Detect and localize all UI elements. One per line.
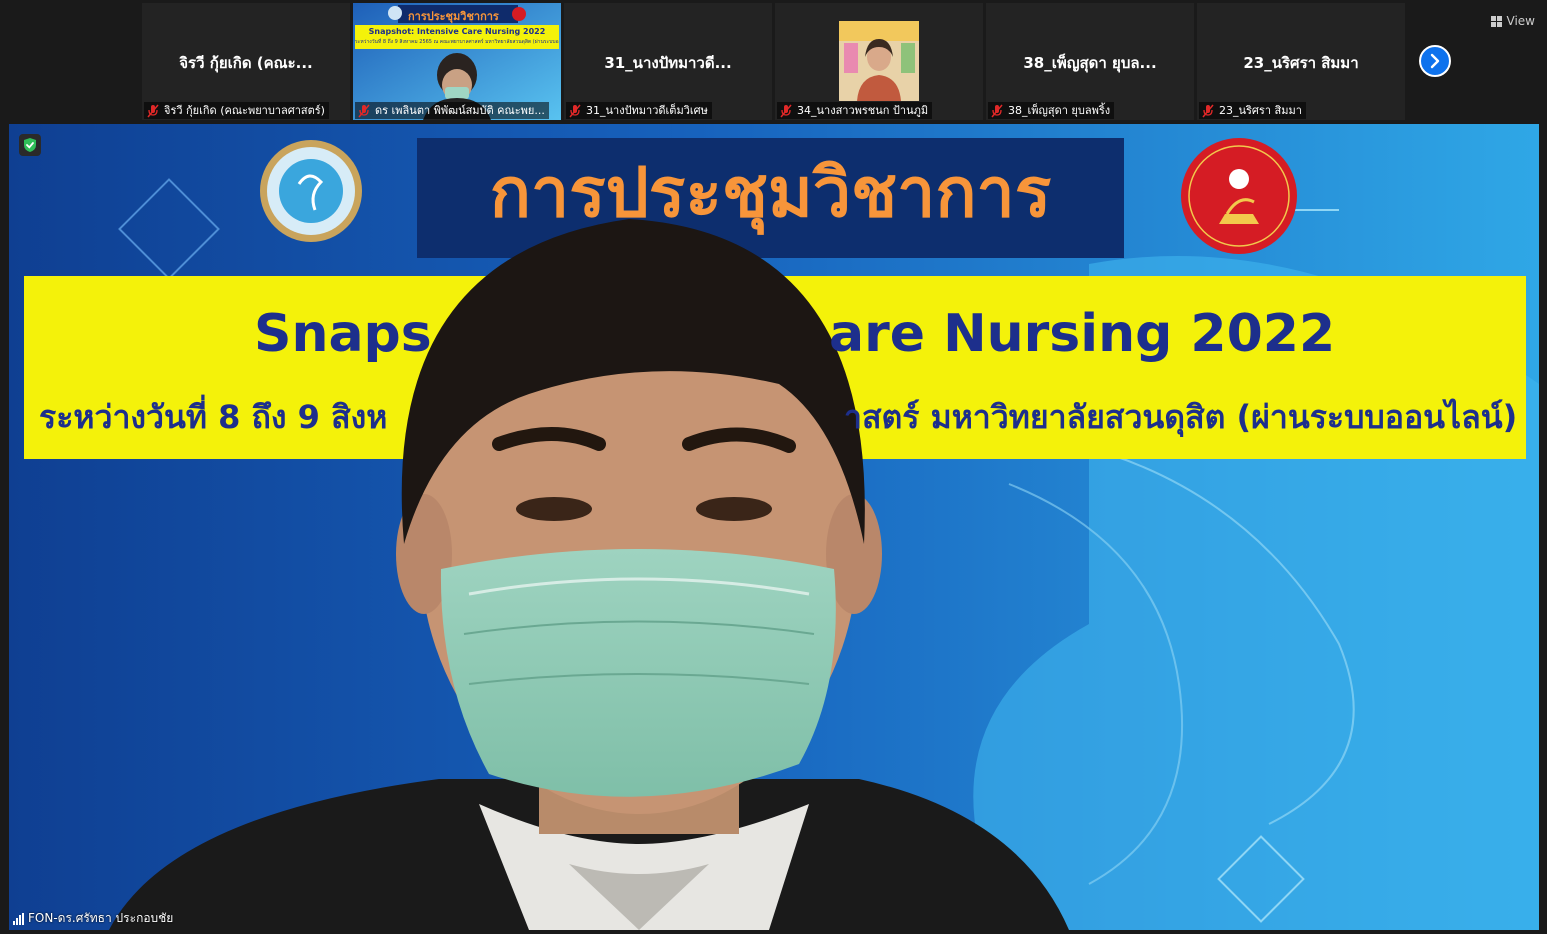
signal-strength-icon bbox=[13, 912, 24, 925]
encryption-badge[interactable] bbox=[19, 134, 41, 156]
thumb-title: การประชุมวิชาการ bbox=[408, 10, 499, 23]
participant-strip: จิรวี กุ้ยเกิด (คณะ... จิรวี กุ้ยเกิด (ค… bbox=[0, 0, 1547, 122]
participant-caption: 34_นางสาวพรชนก ป้านภูมิ bbox=[777, 102, 933, 119]
mic-muted-icon bbox=[991, 104, 1003, 117]
participant-caption-text: 23_นริศรา สิมมา bbox=[1219, 104, 1302, 117]
participant-tile[interactable]: จิรวี กุ้ยเกิด (คณะ... จิรวี กุ้ยเกิด (ค… bbox=[142, 3, 350, 120]
speaker-video-frame bbox=[9, 124, 1539, 930]
participant-tile[interactable]: การประชุมวิชาการ Snapshot: Intensive Car… bbox=[353, 3, 561, 120]
thumb-line1: Snapshot: Intensive Care Nursing 2022 bbox=[368, 27, 546, 36]
participant-caption-text: 34_นางสาวพรชนก ป้านภูมิ bbox=[797, 104, 929, 117]
participant-avatar bbox=[839, 21, 919, 101]
participant-caption-text: จิรวี กุ้ยเกิด (คณะพยาบาลศาสตร์) bbox=[164, 104, 325, 117]
participant-name: 38_เพ็ญสุดา ยุบล... bbox=[1023, 54, 1157, 72]
banner-title: การประชุมวิชาการ bbox=[489, 154, 1052, 233]
mic-muted-icon bbox=[1202, 104, 1214, 117]
next-page-button[interactable] bbox=[1419, 45, 1451, 77]
participant-tile[interactable]: 31_นางปัทมาวดี... 31_นางปัทมาวดีเต็มวิเศ… bbox=[564, 3, 772, 120]
participant-tile[interactable]: 38_เพ็ญสุดา ยุบล... 38_เพ็ญสุดา ยุบลพริ้… bbox=[986, 3, 1194, 120]
participant-name: จิรวี กุ้ยเกิด (คณะ... bbox=[179, 54, 313, 72]
speaker-name: FON-ดร.ศรัทธา ประกอบชัย bbox=[28, 911, 174, 925]
banner-line1-right: are Nursing 2022 bbox=[829, 304, 1336, 364]
grid-icon bbox=[1490, 15, 1502, 27]
banner-line2-right: าสตร์ มหาวิทยาลัยสวนดุสิต (ผ่านระบบออนไล… bbox=[844, 398, 1518, 436]
participant-caption: 38_เพ็ญสุดา ยุบลพริ้ง bbox=[988, 102, 1115, 119]
participant-caption: ดร เพลินตา พิพัฒน์สมบัติ คณะพย... bbox=[355, 102, 549, 119]
thumb-line2: ระหว่างวันที่ 8 ถึง 9 สิงหาคม 2565 ณ คณะ… bbox=[355, 39, 559, 45]
participant-caption: 23_นริศรา สิมมา bbox=[1199, 102, 1306, 119]
mic-muted-icon bbox=[569, 104, 581, 117]
participant-caption-text: ดร เพลินตา พิพัฒน์สมบัติ คณะพย... bbox=[375, 104, 545, 117]
participant-caption: 31_นางปัทมาวดีเต็มวิเศษ bbox=[566, 102, 712, 119]
participant-tile[interactable]: 34_นางสาวพรชนก ป้านภูมิ bbox=[775, 3, 983, 120]
participant-name: 23_นริศรา สิมมา bbox=[1243, 54, 1359, 72]
participant-caption-text: 38_เพ็ญสุดา ยุบลพริ้ง bbox=[1008, 104, 1111, 117]
participant-caption: จิรวี กุ้ยเกิด (คณะพยาบาลศาสตร์) bbox=[144, 102, 329, 119]
active-speaker-video[interactable]: การประชุมวิชาการ Snaps are Nursing 2022 … bbox=[9, 124, 1539, 930]
mic-muted-icon bbox=[147, 104, 159, 117]
participant-name: 31_นางปัทมาวดี... bbox=[604, 54, 732, 72]
mic-muted-icon bbox=[358, 104, 370, 117]
participant-tile[interactable]: 23_นริศรา สิมมา 23_นริศรา สิมมา bbox=[1197, 3, 1405, 120]
view-button[interactable]: View bbox=[1485, 10, 1541, 32]
speaker-name-label: FON-ดร.ศรัทธา ประกอบชัย bbox=[13, 909, 173, 928]
chevron-right-icon bbox=[1430, 53, 1440, 69]
banner-line2-left: ระหว่างวันที่ 8 ถึง 9 สิงห bbox=[39, 398, 388, 436]
view-label: View bbox=[1506, 14, 1535, 28]
mic-muted-icon bbox=[780, 104, 792, 117]
shield-check-icon bbox=[24, 138, 36, 152]
banner-line1-left: Snaps bbox=[254, 304, 432, 364]
participant-caption-text: 31_นางปัทมาวดีเต็มวิเศษ bbox=[586, 104, 708, 117]
